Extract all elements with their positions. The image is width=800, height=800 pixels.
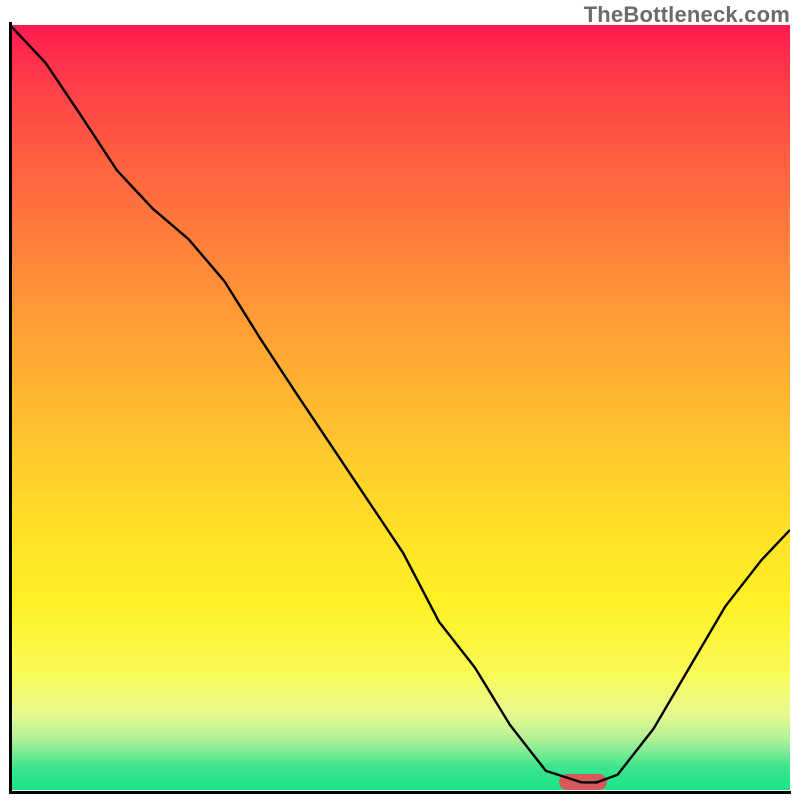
x-axis-line — [9, 791, 791, 794]
chart-container: TheBottleneck.com — [0, 0, 800, 800]
watermark-text: TheBottleneck.com — [584, 2, 790, 28]
bottleneck-curve — [10, 25, 790, 790]
